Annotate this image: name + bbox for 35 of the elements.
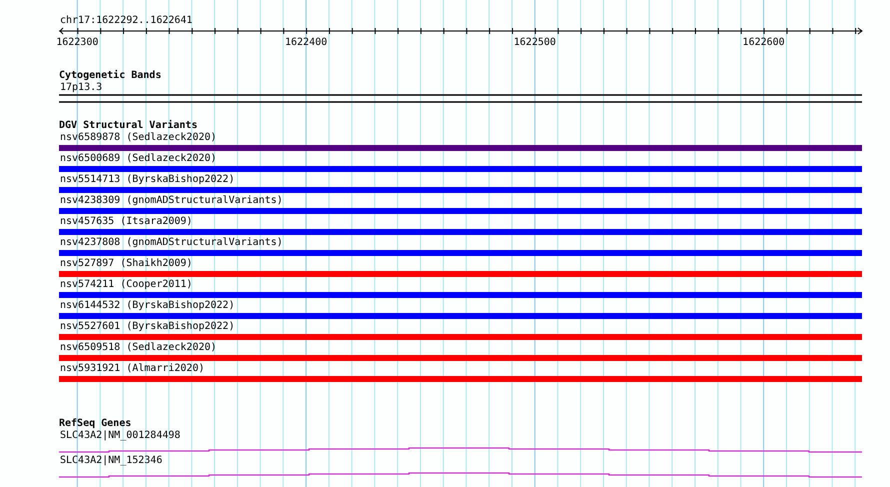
variant-bar[interactable] [59, 292, 862, 298]
variant-bar[interactable] [59, 166, 862, 172]
variant-bar[interactable] [59, 355, 862, 361]
variant-label: nsv6500689 (Sedlazeck2020) [59, 153, 217, 164]
tick-label: 1622500 [514, 37, 556, 48]
band-label: 17p13.3 [59, 82, 102, 93]
variant-bar[interactable] [59, 334, 862, 340]
tick-label: 1622400 [284, 37, 328, 48]
gene-label: SLC43A2|NM_152346 [59, 455, 162, 466]
variant-label: nsv6144532 (ByrskaBishop2022) [59, 300, 235, 311]
variant-bar[interactable] [59, 229, 862, 235]
variant-label: nsv527897 (Shaikh2009) [59, 258, 192, 269]
variant-label: nsv6589878 (Sedlazeck2020) [59, 132, 217, 143]
variant-label: nsv5527601 (ByrskaBishop2022) [59, 321, 235, 332]
variant-label: nsv574211 (Cooper2011) [59, 279, 192, 290]
variant-label: nsv5931921 (Almarri2020) [59, 363, 204, 374]
track-title: DGV Structural Variants [59, 120, 198, 132]
variant-bar[interactable] [59, 187, 862, 193]
variant-label: nsv4237808 (gnomADStructuralVariants) [59, 237, 283, 248]
variant-label: nsv5514713 (ByrskaBishop2022) [59, 174, 235, 185]
variant-bar[interactable] [59, 145, 862, 151]
variant-bar[interactable] [59, 208, 862, 214]
variant-bar[interactable] [59, 376, 862, 382]
variant-bar[interactable] [59, 313, 862, 319]
location-text: chr17:1622292..1622641 [59, 15, 192, 27]
variant-bar[interactable] [59, 250, 862, 256]
variant-label: nsv6509518 (Sedlazeck2020) [59, 342, 217, 353]
tick-label: 1622600 [742, 37, 785, 48]
gene-label: SLC43A2|NM_001284498 [59, 430, 180, 441]
variant-label: nsv457635 (Itsara2009) [59, 216, 192, 227]
track-title: RefSeq Genes [59, 418, 132, 430]
variant-label: nsv4238309 (gnomADStructuralVariants) [59, 195, 283, 206]
tick-label: 1622300 [56, 37, 98, 48]
variant-bar[interactable] [59, 271, 862, 277]
track-title: Cytogenetic Bands [59, 70, 162, 82]
